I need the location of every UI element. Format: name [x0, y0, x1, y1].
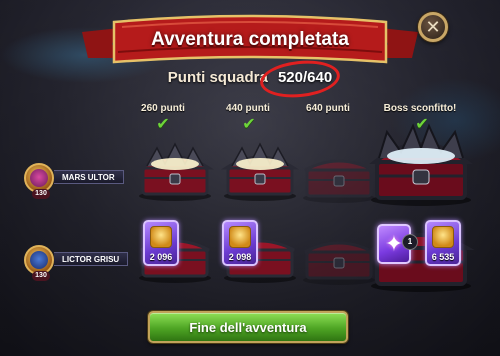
- reward-quantity: 2 096: [149, 252, 173, 262]
- close-button[interactable]: ✕: [418, 12, 448, 42]
- chest-opened[interactable]: [218, 138, 302, 202]
- hero-name: LICTOR GRISU: [54, 252, 129, 266]
- threshold-label-boss: Boss sconfitto!: [383, 103, 457, 114]
- reward-quantity: 2 098: [228, 252, 252, 262]
- star-icon: ✦: [384, 231, 404, 256]
- reward-quantity: 6 535: [431, 252, 455, 262]
- hero-level-badge: 130: [32, 189, 50, 199]
- gold-coins-icon: [229, 226, 251, 248]
- threshold-label-3: 640 punti: [306, 103, 350, 114]
- chest-opened[interactable]: [133, 138, 217, 202]
- score-label: Punti squadra: [167, 69, 268, 86]
- star-reward[interactable]: ✦ 1: [377, 224, 418, 264]
- team-score: Punti squadra 520/640: [0, 69, 500, 86]
- page-title: Avventura completata: [151, 29, 349, 50]
- title-ribbon: Avventura completata: [82, 14, 418, 70]
- close-icon: ✕: [425, 17, 441, 37]
- reward-gold[interactable]: 2 098: [222, 220, 258, 266]
- finish-adventure-label: Fine dell'avventura: [189, 319, 307, 335]
- hero-level-badge: 130: [32, 271, 50, 281]
- reward-gold[interactable]: 6 535: [425, 220, 461, 266]
- gold-coins-icon: [432, 226, 454, 248]
- hero-avatar[interactable]: 130: [24, 163, 54, 199]
- finish-adventure-button[interactable]: Fine dell'avventura: [148, 311, 348, 343]
- star-count-badge: 1: [402, 234, 418, 250]
- check-icon: ✔: [156, 116, 170, 133]
- check-icon: ✔: [242, 116, 256, 133]
- hero-avatar[interactable]: 130: [24, 245, 54, 281]
- hero-name: MARS ULTOR: [54, 170, 124, 184]
- gold-coins-icon: [150, 226, 172, 248]
- reward-gold[interactable]: 2 096: [143, 220, 179, 266]
- boss-chest-opened[interactable]: [365, 122, 477, 206]
